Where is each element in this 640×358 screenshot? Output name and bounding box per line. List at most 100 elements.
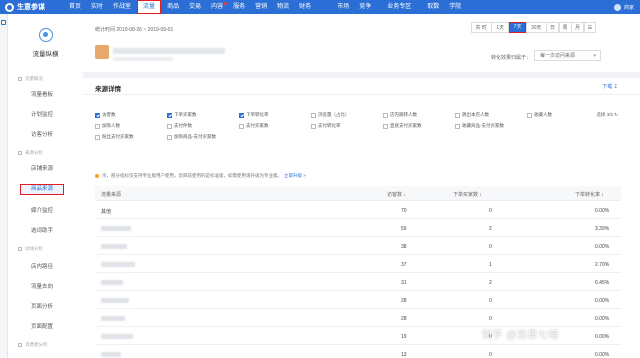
- table-row[interactable]: 13 0 0.00%: [95, 345, 621, 358]
- metric-visitors[interactable]: 访客数: [95, 112, 116, 118]
- cell-buyers: 0: [489, 316, 492, 322]
- sidebar-item-visitor-analysis[interactable]: 访客分析: [20, 130, 64, 141]
- cell-rate: 3.39%: [595, 226, 610, 232]
- checkbox[interactable]: [383, 112, 388, 118]
- upgrade-link[interactable]: 立即升级 >: [284, 173, 306, 179]
- checkbox[interactable]: [167, 123, 172, 129]
- brand[interactable]: 生意参谋: [0, 2, 64, 12]
- nav-war-room[interactable]: 作战室: [108, 0, 136, 14]
- checkbox[interactable]: [167, 134, 172, 140]
- nav-business-zone[interactable]: 业务专区: [382, 0, 416, 14]
- nav-traffic[interactable]: 流量: [137, 0, 162, 14]
- reset-icon[interactable]: ↻: [614, 112, 618, 117]
- user-menu[interactable]: 商家: [613, 0, 634, 14]
- metric-order-conversion[interactable]: 下单转化率: [239, 112, 269, 118]
- checkbox[interactable]: [527, 112, 532, 118]
- sidebar-item-page-config[interactable]: 页面配置: [20, 322, 64, 333]
- time-btn-realtime[interactable]: 实 时: [470, 22, 492, 33]
- metric-direct-paid-buyers[interactable]: 直接支付买家数: [383, 123, 422, 129]
- time-btn-1day[interactable]: 1天: [491, 22, 510, 33]
- sidebar-group-path: 动线分析: [18, 246, 43, 252]
- metric-paid-buyers[interactable]: 支付买家数: [239, 123, 269, 129]
- nav-marketing[interactable]: 营销: [250, 0, 272, 14]
- cell-rate: 6.45%: [595, 280, 610, 286]
- nav-fetch-data[interactable]: 取数: [422, 0, 444, 14]
- nav-home[interactable]: 首页: [64, 0, 86, 14]
- module-switch-icon[interactable]: [1, 20, 6, 25]
- checkbox[interactable]: [239, 112, 244, 118]
- nav-trade[interactable]: 交易: [184, 0, 206, 14]
- table-header: 流量来源 访客数 ↓ 下单买家数 ↕ 下单转化率 ↕: [95, 186, 621, 201]
- sidebar-item-product-source[interactable]: 商品来源: [20, 184, 64, 195]
- checkbox[interactable]: [95, 112, 100, 118]
- checkbox[interactable]: [95, 134, 100, 140]
- cell-visitors: 37: [401, 262, 407, 268]
- checkbox[interactable]: [239, 123, 244, 129]
- sidebar-item-traffic-board[interactable]: 流量看板: [20, 90, 64, 101]
- nav-product[interactable]: 商品: [162, 0, 184, 14]
- sidebar-item-page-analysis[interactable]: 页面分析: [20, 302, 64, 313]
- nav-competition[interactable]: 竞争: [354, 0, 376, 14]
- table-row[interactable]: 59 2 3.39%: [95, 219, 621, 237]
- checkbox[interactable]: [311, 112, 316, 118]
- checkbox[interactable]: [311, 123, 316, 129]
- nav-realtime[interactable]: 实时: [86, 0, 108, 14]
- metric-fan-paid-buyers[interactable]: 粉丝支付买家数: [95, 134, 134, 140]
- metric-add-cart[interactable]: 加购人数: [95, 123, 120, 129]
- table-row[interactable]: 28 0 0.00%: [95, 291, 621, 309]
- metric-pageviews[interactable]: 浏览量（占比）: [311, 112, 350, 118]
- sidebar-item-shop-path[interactable]: 店内路径: [20, 262, 64, 273]
- calendar-icon[interactable]: ☰: [583, 22, 597, 33]
- nav-logistics[interactable]: 物流: [272, 0, 294, 14]
- sidebar-item-traffic-destination[interactable]: 流量去向: [20, 282, 64, 293]
- nav-academy[interactable]: 学院: [444, 0, 466, 14]
- nav-content[interactable]: 内容: [206, 0, 228, 14]
- time-btn-7days[interactable]: 7天: [508, 22, 527, 33]
- table-row[interactable]: 28 0 0.00%: [95, 309, 621, 327]
- table-row[interactable]: 其他 70 0 0.00%: [95, 201, 621, 219]
- sidebar-item-shop-source[interactable]: 店铺来源: [20, 164, 64, 175]
- checkbox[interactable]: [455, 112, 460, 118]
- checkbox[interactable]: [455, 123, 460, 129]
- metric-pay-conversion[interactable]: 支付转化率: [311, 123, 341, 129]
- conversion-attribution-value: 每一次访问来源: [540, 53, 576, 59]
- table-row[interactable]: 38 0 0.00%: [95, 237, 621, 255]
- time-btn-month[interactable]: 月: [571, 22, 585, 33]
- nav-service[interactable]: 服务: [228, 0, 250, 14]
- col-order-conversion[interactable]: 下单转化率 ↕: [575, 191, 604, 198]
- metric-order-buyers[interactable]: 下单买家数: [167, 112, 197, 118]
- metric-cart-paid-buyers[interactable]: 加购商品-支付买家数: [167, 134, 216, 140]
- nav-finance[interactable]: 财务: [294, 0, 316, 14]
- cell-rate: 0.00%: [595, 244, 610, 250]
- sidebar-item-plan-monitor[interactable]: 计划监控: [20, 110, 64, 121]
- col-visitors[interactable]: 访客数 ↓: [387, 191, 406, 198]
- cell-visitors: 38: [401, 244, 407, 250]
- sidebar-item-media-monitor[interactable]: 媒介监控: [20, 206, 64, 217]
- time-btn-day[interactable]: 日: [546, 22, 560, 33]
- metric-fav-paid-buyers[interactable]: 收藏商品-支付买家数: [455, 123, 504, 129]
- time-btn-30days[interactable]: 30天: [525, 22, 547, 33]
- metric-bounce[interactable]: 跳出本店人数: [455, 112, 489, 118]
- table-row[interactable]: 37 1 2.70%: [95, 255, 621, 273]
- nav-market[interactable]: 市场: [332, 0, 354, 14]
- checkbox[interactable]: [383, 123, 388, 129]
- table-row[interactable]: 31 2 6.45%: [95, 273, 621, 291]
- conversion-attribution-select[interactable]: 每一次访问来源 ▾: [534, 50, 601, 61]
- metric-inner-jump[interactable]: 店内跳转人数: [383, 112, 417, 118]
- checkbox[interactable]: [167, 112, 172, 118]
- cell-buyers: 2: [489, 280, 492, 286]
- metric-label: 下单买家数: [174, 112, 197, 117]
- stat-bar: 统计时间 2019-08-26 ~ 2019-09-01 实 时 1天 7天 3…: [83, 14, 640, 72]
- metric-favorites[interactable]: 收藏人数: [527, 112, 552, 118]
- metric-label: 跳出本店人数: [462, 112, 489, 117]
- notice-text: 亲，部分指标仅支持专业版用户使用，您目前使用的是标准版，如需使用请升级为专业版。: [102, 173, 282, 178]
- sidebar-item-keyword-helper[interactable]: 选词助手: [20, 226, 64, 237]
- time-btn-week[interactable]: 周: [558, 22, 572, 33]
- checkbox[interactable]: [95, 123, 100, 129]
- sidebar-group-label: 动线分析: [25, 246, 43, 251]
- metric-paid-items[interactable]: 支付件数: [167, 123, 192, 129]
- cell-source-blurred: [101, 334, 133, 339]
- col-order-buyers[interactable]: 下单买家数 ↕: [453, 191, 482, 198]
- download-button[interactable]: 下载 ↧: [602, 83, 618, 90]
- sidebar-group-label: 流量概况: [25, 76, 43, 81]
